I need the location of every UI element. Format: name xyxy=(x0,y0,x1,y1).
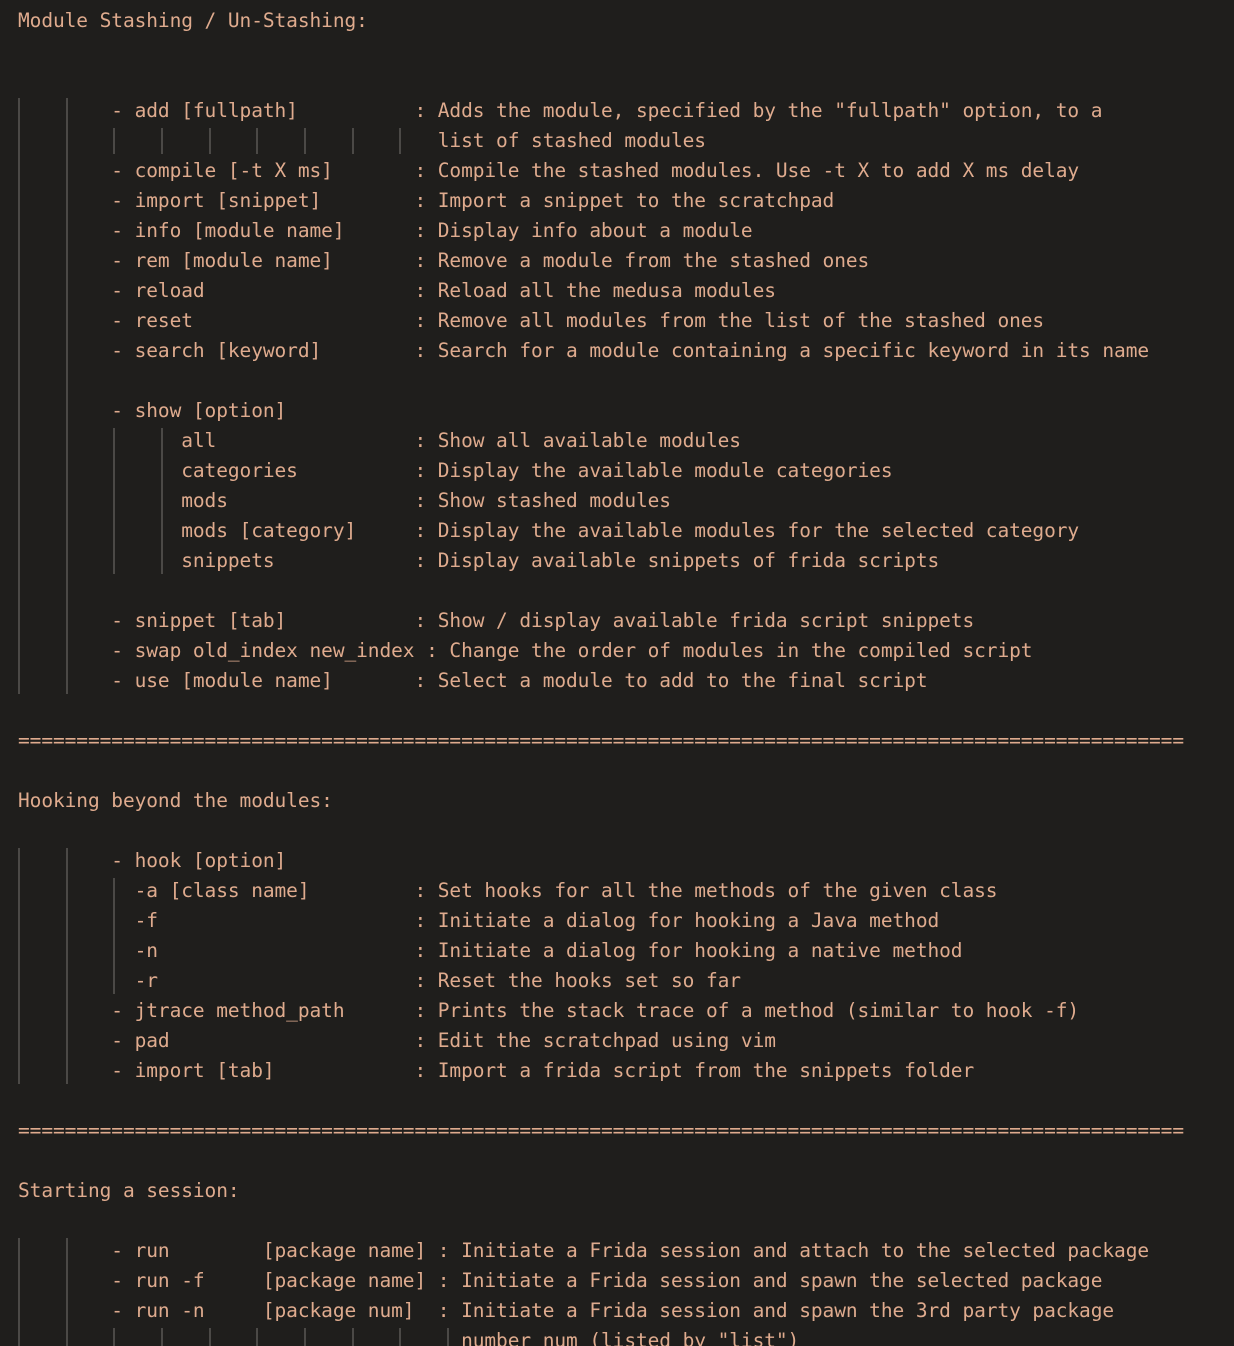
help-entry-line: - reset : Remove all modules from the li… xyxy=(18,309,1045,332)
help-entry-line: - add [fullpath] : Adds the module, spec… xyxy=(18,99,1103,122)
help-entry-line: - run -f [package name] : Initiate a Fri… xyxy=(18,1269,1103,1292)
help-entry-line: -n : Initiate a dialog for hooking a nat… xyxy=(18,939,963,962)
help-entry-line: number num (listed by "list") xyxy=(18,1329,800,1346)
help-entry-line: - hook [option] xyxy=(18,849,287,872)
help-entry-line: - compile [-t X ms] : Compile the stashe… xyxy=(18,159,1080,182)
help-entry-line: - run -n [package num] : Initiate a Frid… xyxy=(18,1299,1115,1322)
help-entry-line: - import [tab] : Import a frida script f… xyxy=(18,1059,975,1082)
section-heading: Module Stashing / Un-Stashing: xyxy=(18,9,368,32)
help-entry-line: - snippet [tab] : Show / display availab… xyxy=(18,609,975,632)
help-entry-line: list of stashed modules xyxy=(18,129,706,152)
section-heading: Hooking beyond the modules: xyxy=(18,789,333,812)
help-entry-line: - jtrace method_path : Prints the stack … xyxy=(18,999,1080,1022)
help-entry-line: - swap old_index new_index : Change the … xyxy=(18,639,1033,662)
help-entry-line: - pad : Edit the scratchpad using vim xyxy=(18,1029,776,1052)
section-heading: Starting a session: xyxy=(18,1179,240,1202)
help-entry-line: snippets : Display available snippets of… xyxy=(18,549,940,572)
help-entry-line: - rem [module name] : Remove a module fr… xyxy=(18,249,870,272)
section-separator: ========================================… xyxy=(18,729,1185,752)
help-entry-line: - run [package name] : Initiate a Frida … xyxy=(18,1239,1150,1262)
help-entry-line: - search [keyword] : Search for a module… xyxy=(18,339,1150,362)
help-entry-line: categories : Display the available modul… xyxy=(18,459,893,482)
help-entry-line: -a [class name] : Set hooks for all the … xyxy=(18,879,998,902)
help-entry-line: - reload : Reload all the medusa modules xyxy=(18,279,776,302)
terminal-output: Module Stashing / Un-Stashing: - add [fu… xyxy=(18,6,1234,1346)
help-entry-line: -r : Reset the hooks set so far xyxy=(18,969,741,992)
help-entry-line: mods [category] : Display the available … xyxy=(18,519,1080,542)
help-entry-line: - import [snippet] : Import a snippet to… xyxy=(18,189,835,212)
help-entry-line: - info [module name] : Display info abou… xyxy=(18,219,753,242)
help-entry-line: all : Show all available modules xyxy=(18,429,741,452)
help-entry-line: - show [option] xyxy=(18,399,287,422)
terminal-window: Module Stashing / Un-Stashing: - add [fu… xyxy=(0,0,1234,1346)
help-entry-line: - use [module name] : Select a module to… xyxy=(18,669,928,692)
section-separator: ========================================… xyxy=(18,1119,1185,1142)
help-entry-line: mods : Show stashed modules xyxy=(18,489,671,512)
help-entry-line: -f : Initiate a dialog for hooking a Jav… xyxy=(18,909,940,932)
